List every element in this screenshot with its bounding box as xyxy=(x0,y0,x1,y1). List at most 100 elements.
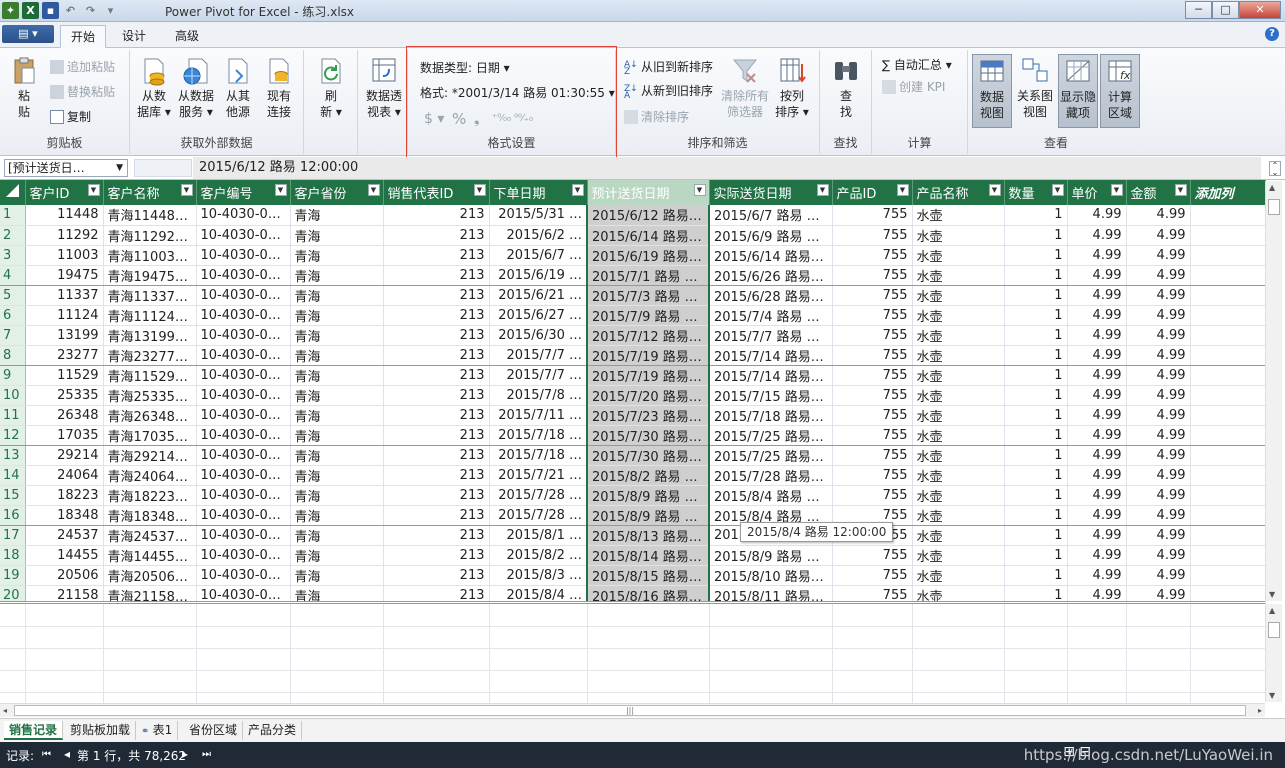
table-cell[interactable]: 2015/6/19 … xyxy=(489,265,587,285)
sort-by-column-button[interactable]: 按列排序 ▾ xyxy=(772,56,812,120)
table-cell[interactable]: 18348 xyxy=(25,505,103,525)
table-cell[interactable]: 2015/6/2 … xyxy=(489,225,587,245)
maximize-button[interactable]: □ xyxy=(1212,1,1239,19)
refresh-button[interactable]: 刷新 ▾ xyxy=(311,56,351,120)
table-cell[interactable]: 755 xyxy=(832,245,912,265)
table-cell[interactable]: 2015/6/28 路易 … xyxy=(709,285,832,305)
add-column-cell[interactable] xyxy=(1190,305,1265,325)
table-cell[interactable]: 25335 xyxy=(25,385,103,405)
file-menu-button[interactable]: ▤ ▾ xyxy=(2,25,54,43)
table-cell[interactable]: 1 xyxy=(1004,545,1067,565)
table-cell[interactable]: 青海 xyxy=(290,485,383,505)
table-cell[interactable]: 青海 xyxy=(290,325,383,345)
row-number[interactable]: 3 xyxy=(0,245,25,265)
table-cell[interactable]: 青海 xyxy=(290,445,383,465)
clear-all-filters-button[interactable]: 清除所有筛选器 xyxy=(718,56,772,120)
table-cell[interactable]: 青海 xyxy=(290,285,383,305)
row-number[interactable]: 6 xyxy=(0,305,25,325)
column-header[interactable]: 添加列 xyxy=(1190,180,1265,205)
table-cell[interactable]: 1 xyxy=(1004,245,1067,265)
scroll-thumb[interactable] xyxy=(1268,199,1280,215)
table-cell[interactable]: 755 xyxy=(832,485,912,505)
table-cell[interactable]: 青海24537… xyxy=(103,525,196,545)
table-cell[interactable]: 水壶 xyxy=(912,405,1004,425)
table-cell[interactable]: 水壶 xyxy=(912,565,1004,585)
table-cell[interactable]: 10-4030-0… xyxy=(196,565,290,585)
clear-sort-button[interactable]: 清除排序 xyxy=(624,108,689,126)
table-cell[interactable]: 青海 xyxy=(290,305,383,325)
column-header[interactable]: 客户名称▼ xyxy=(103,180,196,205)
from-other-sources-button[interactable]: 从其他源 xyxy=(218,56,258,120)
table-cell[interactable]: 2015/6/26 路易 … xyxy=(709,265,832,285)
table-cell[interactable]: 2015/8/2 路易 1… xyxy=(587,465,709,485)
table-cell[interactable]: 29214 xyxy=(25,445,103,465)
table-cell[interactable]: 10-4030-0… xyxy=(196,285,290,305)
table-cell[interactable]: 青海 xyxy=(290,465,383,485)
table-cell[interactable]: 213 xyxy=(383,245,489,265)
table-cell[interactable]: 2015/7/30 路易 … xyxy=(587,445,709,465)
filter-dropdown-icon[interactable]: ▼ xyxy=(88,184,100,196)
table-cell[interactable]: 4.99 xyxy=(1067,405,1126,425)
undo-icon[interactable]: ↶ xyxy=(62,2,79,19)
find-button[interactable]: 查找 xyxy=(826,56,866,120)
table-cell[interactable]: 10-4030-0… xyxy=(196,365,290,385)
powerpivot-icon[interactable]: ✦ xyxy=(2,2,19,19)
table-cell[interactable]: 10-4030-0… xyxy=(196,385,290,405)
table-cell[interactable]: 青海11337… xyxy=(103,285,196,305)
table-cell[interactable]: 10-4030-0… xyxy=(196,305,290,325)
close-button[interactable]: ✕ xyxy=(1239,1,1281,19)
table-cell[interactable]: 4.99 xyxy=(1126,565,1190,585)
add-column-cell[interactable] xyxy=(1190,325,1265,345)
table-cell[interactable]: 4.99 xyxy=(1067,205,1126,225)
scroll-down-icon[interactable]: ▼ xyxy=(1269,590,1275,599)
table-cell[interactable]: 2015/7/25 路易 … xyxy=(709,425,832,445)
table-cell[interactable]: 4.99 xyxy=(1126,345,1190,365)
add-column-cell[interactable] xyxy=(1190,525,1265,545)
table-cell[interactable]: 755 xyxy=(832,545,912,565)
table-cell[interactable]: 23277 xyxy=(25,345,103,365)
table-cell[interactable]: 2015/7/1 路易 1… xyxy=(587,265,709,285)
table-cell[interactable]: 2015/8/9 路易 1… xyxy=(709,545,832,565)
scroll-down-icon[interactable]: ▼ xyxy=(1269,691,1275,700)
table-cell[interactable]: 10-4030-0… xyxy=(196,225,290,245)
table-cell[interactable]: 4.99 xyxy=(1126,245,1190,265)
table-cell[interactable]: 4.99 xyxy=(1126,425,1190,445)
add-column-cell[interactable] xyxy=(1190,365,1265,385)
row-number[interactable]: 15 xyxy=(0,485,25,505)
replace-paste-button[interactable]: 替换粘贴 xyxy=(50,83,115,101)
table-cell[interactable]: 青海25335… xyxy=(103,385,196,405)
table-cell[interactable]: 水壶 xyxy=(912,225,1004,245)
table-cell[interactable]: 2015/8/13 路易 … xyxy=(587,525,709,545)
table-cell[interactable]: 水壶 xyxy=(912,205,1004,225)
table-cell[interactable]: 4.99 xyxy=(1067,445,1126,465)
table-cell[interactable]: 2015/6/14 路易 … xyxy=(709,245,832,265)
table-cell[interactable]: 2015/7/18 … xyxy=(489,425,587,445)
table-cell[interactable]: 2015/7/18 路易 … xyxy=(709,405,832,425)
data-view-button[interactable]: 数据视图 xyxy=(972,54,1012,128)
table-cell[interactable]: 10-4030-0… xyxy=(196,505,290,525)
table-cell[interactable]: 10-4030-0… xyxy=(196,425,290,445)
scroll-thumb[interactable]: ||| xyxy=(14,705,1246,716)
table-cell[interactable]: 青海19475… xyxy=(103,265,196,285)
column-header[interactable]: 客户ID▼ xyxy=(25,180,103,205)
grid-vertical-scrollbar[interactable]: ▲ ▼ xyxy=(1265,181,1282,601)
table-cell[interactable]: 1 xyxy=(1004,345,1067,365)
table-cell[interactable]: 4.99 xyxy=(1067,225,1126,245)
autosum-button[interactable]: ∑ 自动汇总 ▾ xyxy=(882,56,952,74)
table-cell[interactable]: 755 xyxy=(832,465,912,485)
table-cell[interactable]: 水壶 xyxy=(912,525,1004,545)
table-cell[interactable]: 10-4030-0… xyxy=(196,485,290,505)
add-column-cell[interactable] xyxy=(1190,345,1265,365)
row-number[interactable]: 14 xyxy=(0,465,25,485)
table-cell[interactable]: 2015/6/14 路易 1… xyxy=(587,225,709,245)
filter-dropdown-icon[interactable]: ▼ xyxy=(1111,184,1123,196)
table-cell[interactable]: 青海18223… xyxy=(103,485,196,505)
column-header[interactable]: 销售代表ID▼ xyxy=(383,180,489,205)
table-cell[interactable]: 4.99 xyxy=(1126,485,1190,505)
table-cell[interactable]: 1 xyxy=(1004,305,1067,325)
table-cell[interactable]: 755 xyxy=(832,285,912,305)
table-cell[interactable]: 17035 xyxy=(25,425,103,445)
table-cell[interactable]: 水壶 xyxy=(912,485,1004,505)
table-cell[interactable]: 水壶 xyxy=(912,385,1004,405)
row-number[interactable]: 19 xyxy=(0,565,25,585)
